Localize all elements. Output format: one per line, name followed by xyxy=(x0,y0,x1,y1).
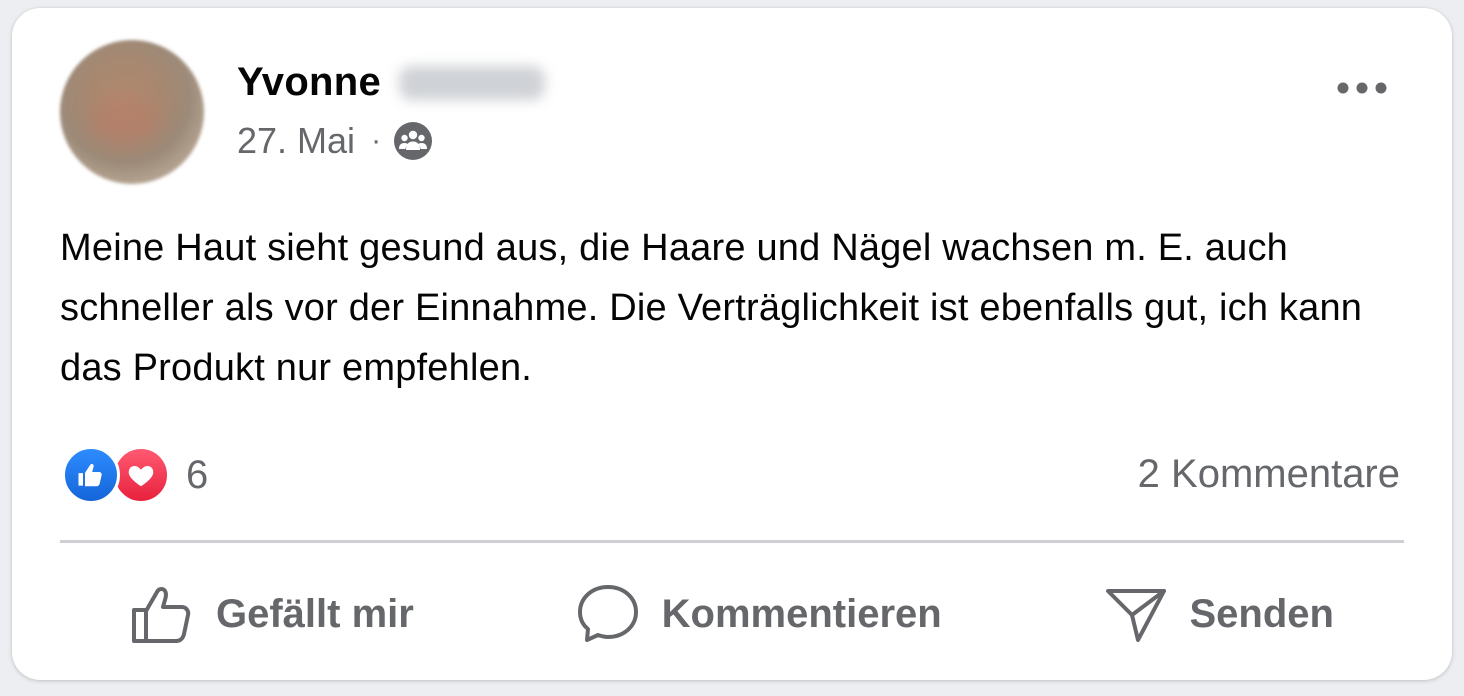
post-actions: Gefällt mir Kommentieren Senden xyxy=(60,564,1404,664)
more-options-icon xyxy=(1337,82,1387,94)
group-icon[interactable] xyxy=(393,121,433,161)
thumbs-up-icon xyxy=(132,587,191,643)
author-name-row: Yvonne xyxy=(237,60,546,105)
author-surname-blurred xyxy=(399,65,546,100)
like-button-label: Gefällt mir xyxy=(216,591,414,636)
comment-bubble-icon xyxy=(577,585,638,642)
comment-button-label: Kommentieren xyxy=(661,591,942,636)
post-text: Meine Haut sieht gesund aus, die Haare u… xyxy=(60,227,1363,389)
reactions-summary[interactable]: 6 xyxy=(62,446,208,504)
post-date[interactable]: 27. Mai xyxy=(237,120,355,162)
author-name[interactable]: Yvonne xyxy=(237,60,381,105)
comment-button[interactable]: Kommentieren xyxy=(576,583,942,645)
send-button[interactable]: Senden xyxy=(1104,583,1334,645)
more-options-button[interactable] xyxy=(1332,68,1392,108)
author-avatar[interactable] xyxy=(60,40,204,184)
reaction-count: 6 xyxy=(186,452,209,497)
comments-count-link[interactable]: 2 Kommentare xyxy=(1138,452,1400,497)
meta-separator: · xyxy=(371,124,382,157)
send-button-label: Senden xyxy=(1189,591,1334,636)
post-card: Yvonne 27. Mai · Meine Haut sieht gesund… xyxy=(12,8,1452,680)
like-reaction-icon xyxy=(62,446,120,504)
send-icon xyxy=(1105,589,1166,642)
love-reaction-icon xyxy=(112,446,170,504)
post-meta: 27. Mai · xyxy=(237,120,433,162)
like-button[interactable]: Gefällt mir xyxy=(130,583,414,645)
divider xyxy=(60,540,1404,543)
